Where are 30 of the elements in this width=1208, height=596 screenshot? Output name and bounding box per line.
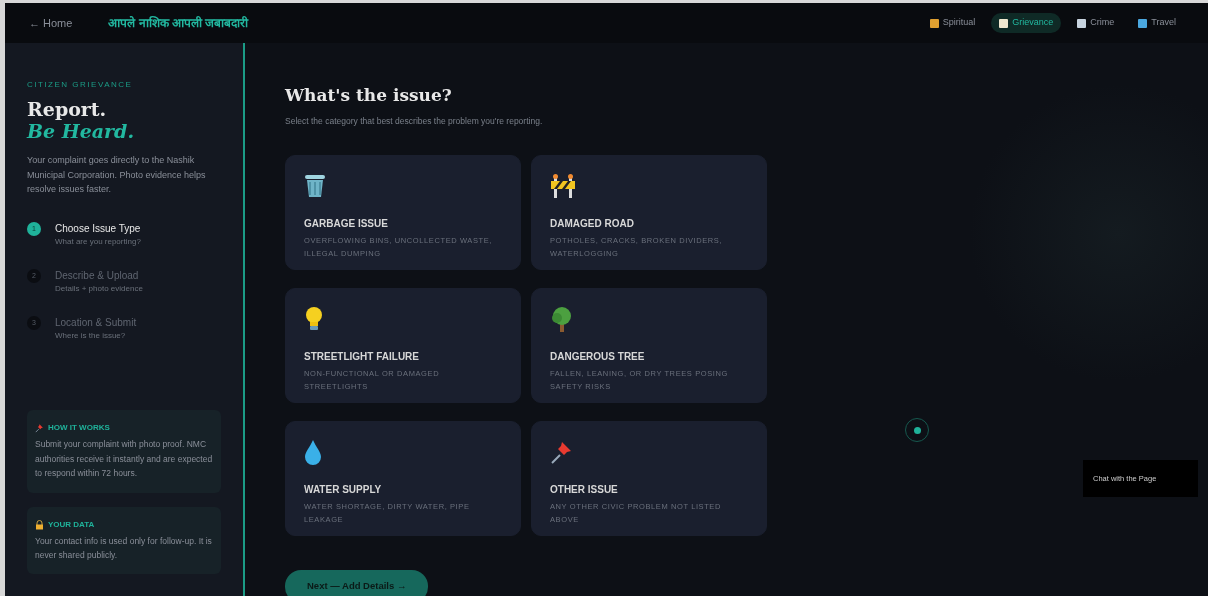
nav-tab[interactable]: Crime [1069, 13, 1123, 33]
info-title: HOW IT WORKS [48, 422, 110, 435]
nav-tab[interactable]: Spiritual [921, 13, 984, 33]
intro-text: Your complaint goes directly to the Nashik Municipal Corporation. Photo evidence helps resolve issues faster. [27, 153, 207, 197]
brand-title: आपले नाशिक आपली जबाबदारी [108, 15, 249, 32]
road-barrier-icon [550, 173, 576, 200]
nav-tab[interactable]: Travel [1130, 13, 1184, 33]
page-subtitle: Select the category that best describes the problem you're reporting. [285, 114, 544, 128]
water-drop-icon [304, 439, 322, 466]
light-bulb-icon [304, 306, 324, 333]
step-subtitle: Where is the issue? [55, 330, 127, 343]
trash-can-icon [304, 173, 326, 200]
page-heading: What's the issue? [285, 84, 453, 107]
info-title: YOUR DATA [48, 518, 95, 531]
step-subtitle: What are you reporting? [55, 236, 141, 249]
pushpin-icon [550, 439, 574, 466]
eyebrow-label: CITIZEN GRIEVANCE [27, 79, 134, 91]
info-text: Your contact info is used only for follow-up. It is never shared publicly. [35, 534, 213, 562]
back-link[interactable]: ← Home [29, 14, 73, 32]
step-title: Describe & Upload [55, 269, 140, 284]
pushpin-icon [35, 423, 44, 434]
step-title: Location & Submit [55, 316, 137, 331]
lock-icon [35, 519, 44, 530]
step-title: Choose Issue Type [55, 222, 141, 237]
sidebar-heading-accent: Be Heard. [27, 120, 136, 143]
nav-tab[interactable]: Grievance [991, 13, 1062, 33]
tree-icon [550, 306, 574, 333]
sidebar-heading: Report. [27, 99, 108, 121]
step-subtitle: Details + photo evidence [55, 283, 143, 296]
info-text: Submit your complaint with photo proof. NMC authorities receive it instantly and are expected to respond within 72 hours. [35, 438, 213, 481]
